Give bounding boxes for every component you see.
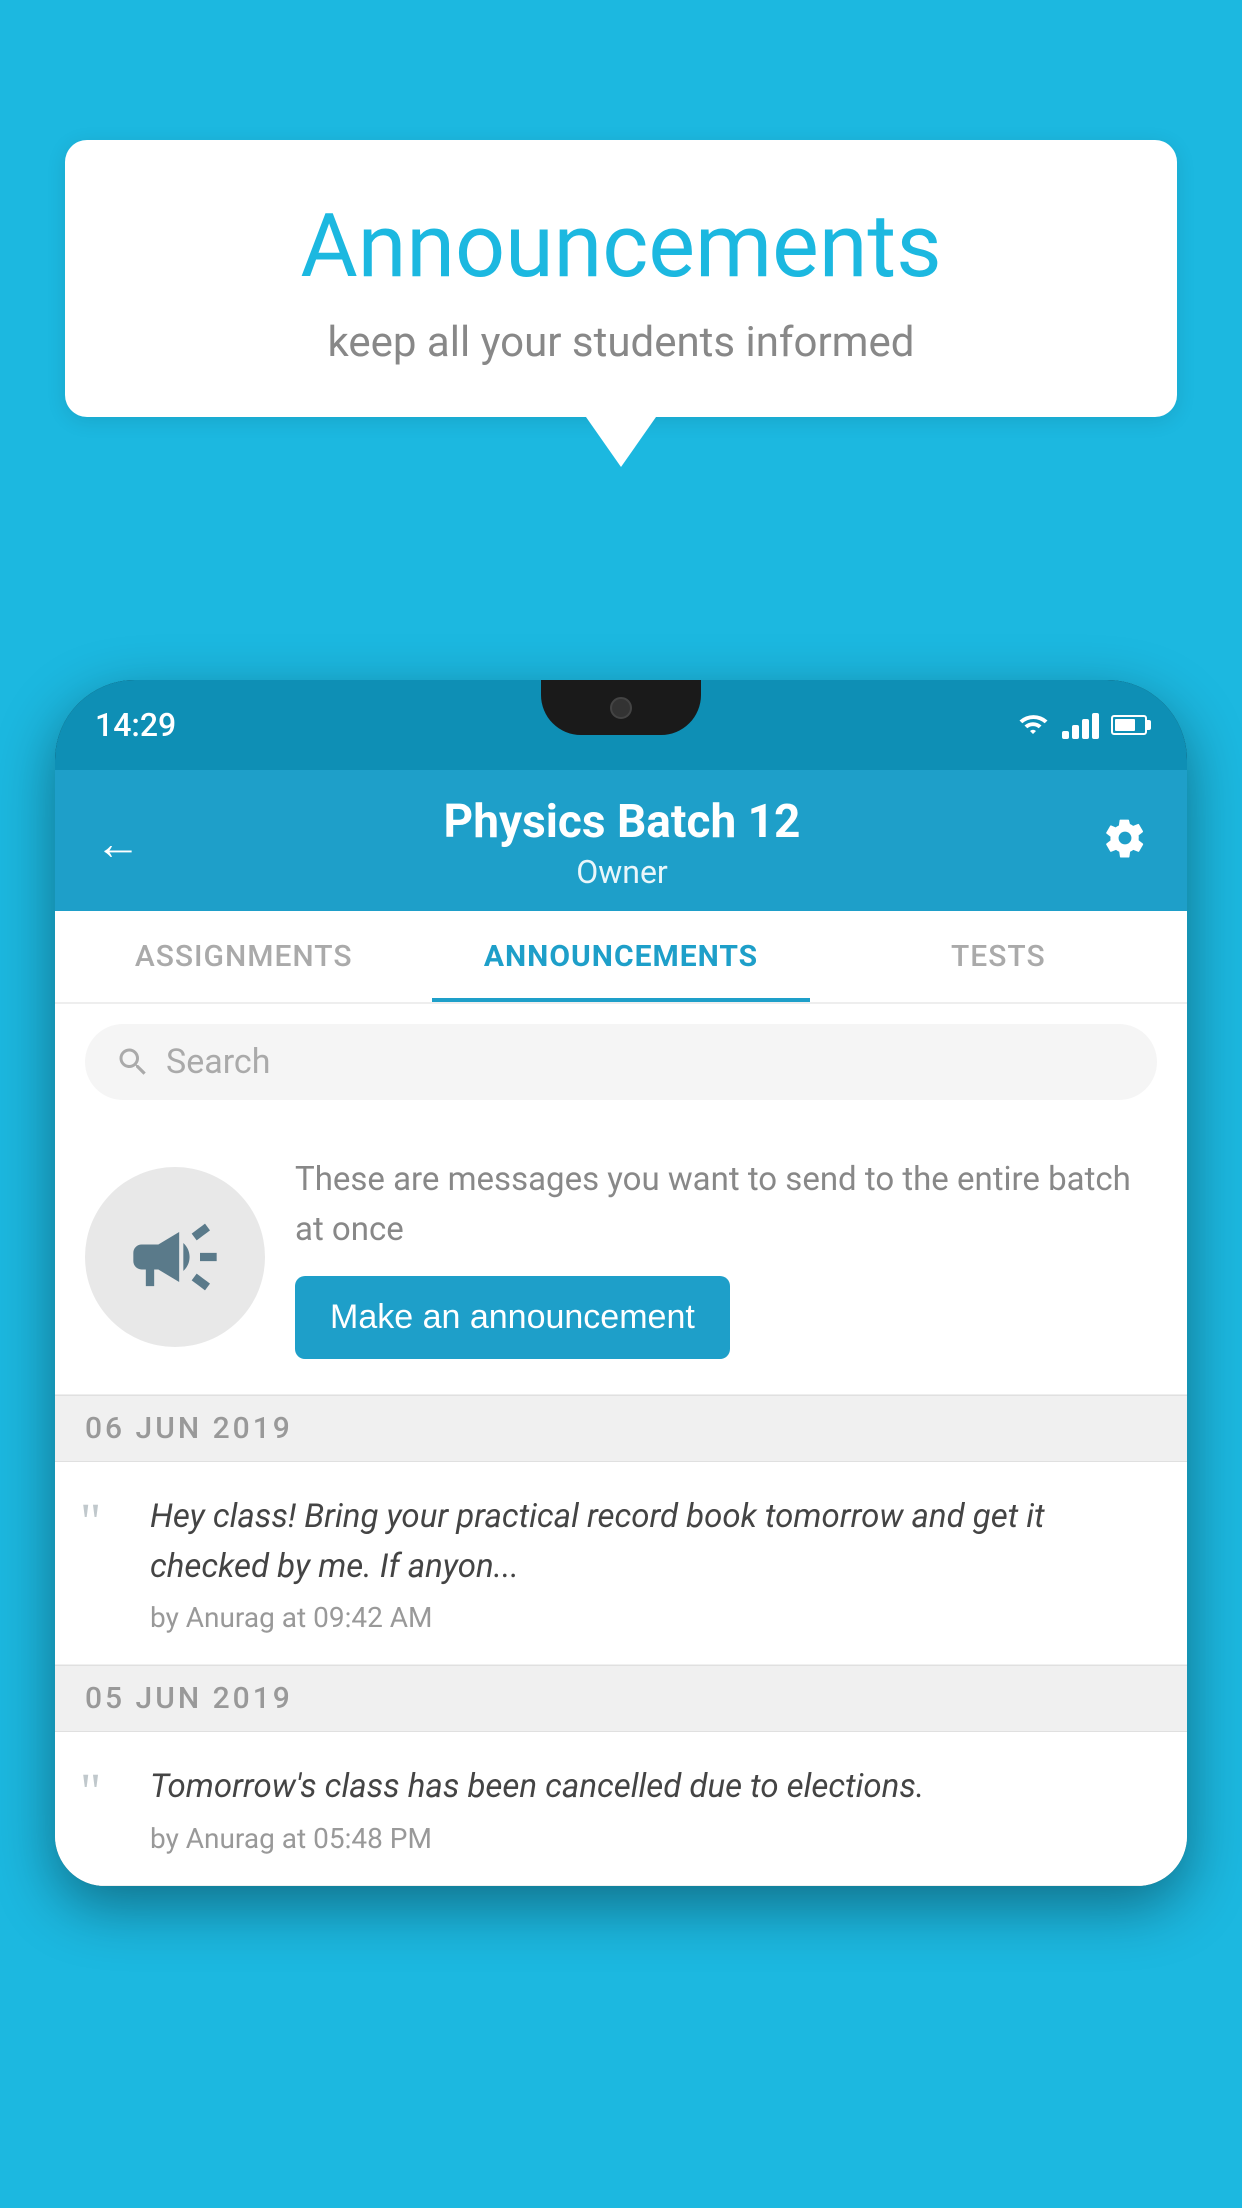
search-placeholder: Search bbox=[166, 1042, 270, 1082]
tab-tests[interactable]: TESTS bbox=[810, 911, 1187, 1002]
battery-icon bbox=[1111, 715, 1147, 735]
make-announcement-button[interactable]: Make an announcement bbox=[295, 1276, 730, 1359]
promo-card: These are messages you want to send to t… bbox=[55, 1120, 1187, 1395]
announcement-text-1: Hey class! Bring your practical record b… bbox=[150, 1492, 1157, 1591]
phone-wrapper: 14:29 bbox=[55, 680, 1187, 2208]
announcement-content-1: Hey class! Bring your practical record b… bbox=[150, 1492, 1157, 1634]
speech-bubble-arrow bbox=[586, 417, 656, 467]
header-subtitle: Owner bbox=[141, 853, 1103, 891]
tab-announcements[interactable]: ANNOUNCEMENTS bbox=[432, 911, 809, 1002]
signal-icon bbox=[1062, 711, 1099, 739]
promo-content: These are messages you want to send to t… bbox=[295, 1155, 1157, 1359]
gear-icon bbox=[1103, 816, 1147, 860]
announcement-meta-1: by Anurag at 09:42 AM bbox=[150, 1601, 1157, 1634]
status-time: 14:29 bbox=[95, 706, 176, 744]
announcement-content-2: Tomorrow's class has been cancelled due … bbox=[150, 1762, 1157, 1855]
header-title: Physics Batch 12 bbox=[141, 795, 1103, 849]
camera-dot bbox=[610, 697, 632, 719]
speech-bubble-section: Announcements keep all your students inf… bbox=[65, 140, 1177, 467]
notch bbox=[541, 680, 701, 735]
back-button[interactable]: ← bbox=[95, 816, 141, 871]
phone-content: Search These are messages you want to se… bbox=[55, 1004, 1187, 1886]
tabs-bar: ASSIGNMENTS ANNOUNCEMENTS TESTS bbox=[55, 911, 1187, 1004]
promo-description: These are messages you want to send to t… bbox=[295, 1155, 1157, 1254]
announcement-meta-2: by Anurag at 05:48 PM bbox=[150, 1822, 1157, 1855]
search-bar: Search bbox=[55, 1004, 1187, 1120]
speech-bubble-card: Announcements keep all your students inf… bbox=[65, 140, 1177, 417]
announcement-text-2: Tomorrow's class has been cancelled due … bbox=[150, 1762, 1157, 1812]
date-separator-2: 05 JUN 2019 bbox=[55, 1665, 1187, 1732]
promo-icon-circle bbox=[85, 1167, 265, 1347]
announcement-item-2[interactable]: " Tomorrow's class has been cancelled du… bbox=[55, 1732, 1187, 1886]
phone-frame: 14:29 bbox=[55, 680, 1187, 1886]
wifi-icon bbox=[1016, 712, 1050, 738]
megaphone-icon bbox=[125, 1207, 225, 1307]
date-separator-1: 06 JUN 2019 bbox=[55, 1395, 1187, 1462]
tab-assignments[interactable]: ASSIGNMENTS bbox=[55, 911, 432, 1002]
speech-bubble-title: Announcements bbox=[125, 195, 1117, 298]
search-input-wrapper[interactable]: Search bbox=[85, 1024, 1157, 1100]
settings-button[interactable] bbox=[1103, 816, 1147, 871]
header-center: Physics Batch 12 Owner bbox=[141, 795, 1103, 891]
announcement-item-1[interactable]: " Hey class! Bring your practical record… bbox=[55, 1462, 1187, 1665]
status-icons bbox=[1016, 711, 1147, 739]
status-bar: 14:29 bbox=[55, 680, 1187, 770]
quote-icon-2: " bbox=[80, 1767, 130, 1819]
quote-icon-1: " bbox=[80, 1497, 130, 1549]
speech-bubble-subtitle: keep all your students informed bbox=[125, 318, 1117, 367]
app-header: ← Physics Batch 12 Owner bbox=[55, 770, 1187, 911]
search-icon bbox=[115, 1044, 151, 1080]
